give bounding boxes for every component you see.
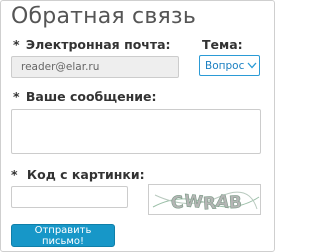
required-mark: *: [13, 89, 20, 104]
captcha-label: * Код с картинки:: [11, 167, 145, 182]
captcha-image: C W R A B: [148, 184, 261, 215]
captcha-label-text: Код с картинки:: [26, 167, 145, 182]
email-label-text: Электронная почта:: [25, 37, 171, 52]
email-label: * Электронная почта:: [13, 37, 171, 52]
topic-selected-value: Вопрос: [205, 59, 245, 72]
submit-button[interactable]: Отправить письмо!: [11, 224, 115, 247]
topic-label: Тема:: [202, 37, 243, 52]
feedback-form-panel: Обратная связь * Электронная почта: Тема…: [0, 0, 275, 252]
captcha-char: B: [228, 193, 242, 214]
required-mark: *: [11, 167, 18, 182]
message-label-text: Ваше сообщение:: [25, 89, 157, 104]
captcha-char: R: [202, 194, 216, 215]
captcha-char: W: [183, 191, 204, 213]
message-label: * Ваше сообщение:: [13, 89, 156, 104]
topic-select[interactable]: Вопрос: [199, 55, 260, 76]
email-field[interactable]: [11, 56, 179, 78]
chevron-down-icon: [247, 60, 257, 72]
form-title: Обратная связь: [11, 4, 196, 29]
required-mark: *: [13, 37, 20, 52]
captcha-input[interactable]: [11, 186, 128, 208]
message-textarea[interactable]: [11, 109, 261, 154]
